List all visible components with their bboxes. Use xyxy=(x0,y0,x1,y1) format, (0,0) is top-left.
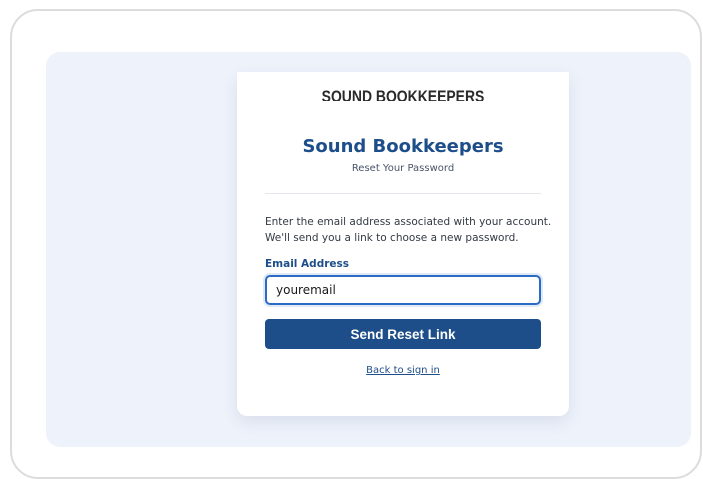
brand-logo: SOUND BOOKKEEPERS xyxy=(321,87,485,101)
instructions-line-2: We'll send you a link to choose a new pa… xyxy=(265,232,519,244)
email-label: Email Address xyxy=(265,258,350,270)
page-background: SOUND BOOKKEEPERS Sound Bookkeepers Rese… xyxy=(46,52,691,447)
page-subtitle: Reset Your Password xyxy=(351,163,455,174)
reset-password-card: SOUND BOOKKEEPERS Sound Bookkeepers Rese… xyxy=(237,72,569,416)
email-input[interactable] xyxy=(265,275,541,305)
send-reset-link-button[interactable]: Send Reset Link xyxy=(265,319,541,349)
brand-title: Sound Bookkeepers xyxy=(302,136,504,157)
back-to-sign-in-link[interactable]: Back to sign in xyxy=(237,364,569,378)
instructions-line-1: Enter the email address associated with … xyxy=(265,216,552,228)
browser-frame: SOUND BOOKKEEPERS Sound Bookkeepers Rese… xyxy=(10,9,702,479)
instructions-text: Enter the email address associated with … xyxy=(265,214,555,246)
divider xyxy=(265,193,541,194)
